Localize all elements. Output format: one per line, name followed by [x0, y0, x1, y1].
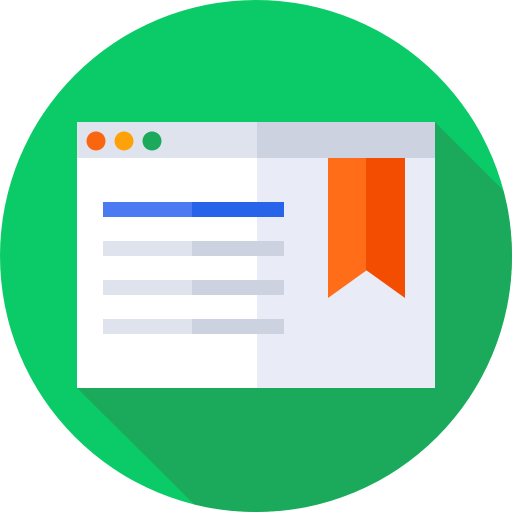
heading-line-left — [103, 202, 193, 217]
heading-line-right — [192, 202, 284, 217]
close-dot-icon — [86, 131, 106, 151]
text-line-1-right — [192, 241, 284, 256]
title-bar-right — [257, 122, 435, 158]
maximize-dot-icon — [142, 131, 162, 151]
text-line-3-right — [192, 319, 284, 334]
minimize-dot-icon — [114, 131, 134, 151]
text-line-1-left — [103, 241, 193, 256]
bookmark-browser-illustration — [0, 0, 512, 512]
text-line-2-right — [192, 280, 284, 295]
text-line-3-left — [103, 319, 193, 334]
window-content-left — [77, 158, 257, 388]
text-line-2-left — [103, 280, 193, 295]
bookmark-browser-icon — [0, 0, 512, 512]
